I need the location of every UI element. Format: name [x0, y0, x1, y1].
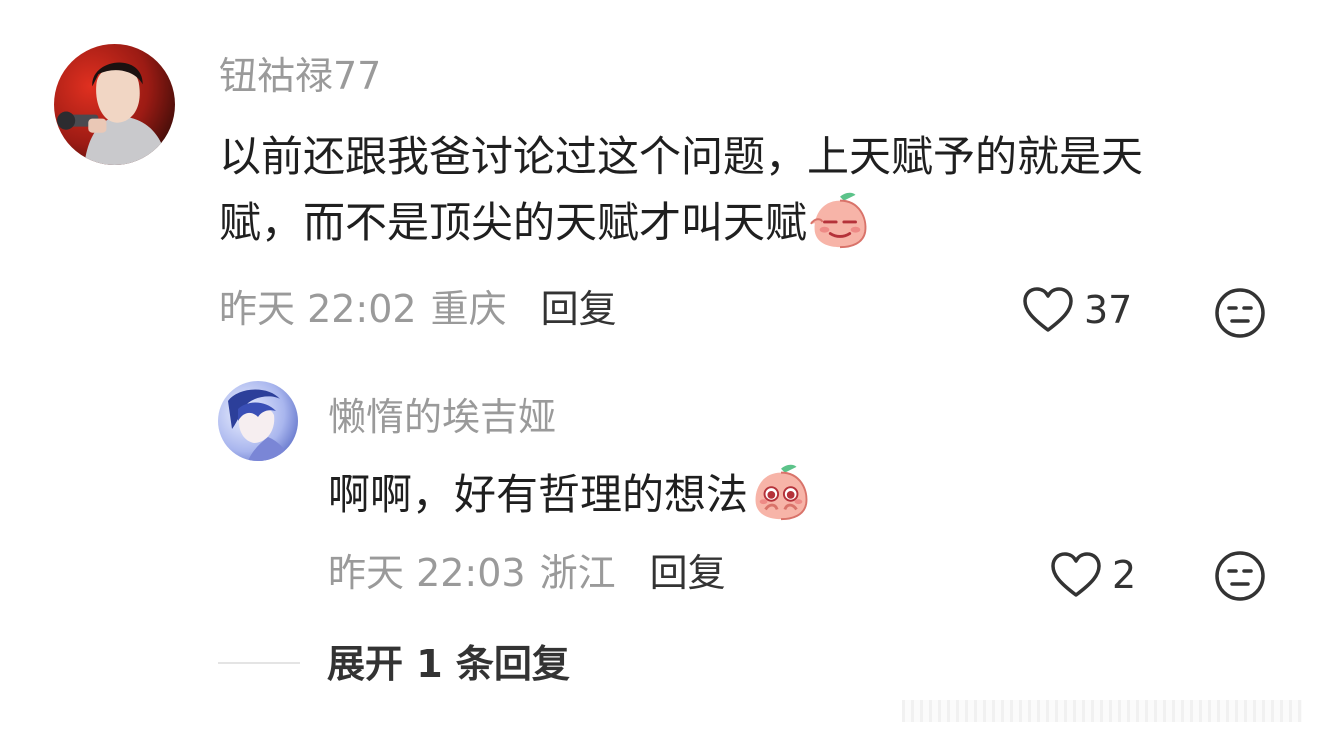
- reply-button[interactable]: 回复: [541, 287, 617, 331]
- dislike-button[interactable]: [1214, 287, 1266, 339]
- like-count: 2: [1112, 553, 1137, 597]
- heart-outline-icon: [1051, 552, 1101, 597]
- divider: [218, 662, 300, 664]
- like-button[interactable]: 37: [1022, 286, 1132, 334]
- comment-text-line: 啊啊，好有哲理的想法: [328, 470, 749, 519]
- comment-text-line: 赋，而不是顶尖的天赋才叫天赋: [219, 190, 1143, 257]
- comment-meta: 昨天 22:02 重庆 回复: [219, 290, 617, 328]
- meh-face-icon: [1215, 551, 1265, 601]
- comment-text: 啊啊，好有哲理的想法: [328, 462, 812, 529]
- smirk-peach-emoji-icon: [809, 189, 871, 251]
- comment-text-line-part: 赋，而不是顶尖的天赋才叫天赋: [219, 198, 808, 247]
- comment-location: 浙江: [539, 551, 616, 595]
- username[interactable]: 懒惰的埃吉娅: [328, 398, 556, 436]
- dislike-button[interactable]: [1214, 550, 1266, 602]
- expand-replies-button[interactable]: 展开 1 条回复: [327, 645, 570, 683]
- heart-outline-icon: [1023, 287, 1073, 332]
- comment-text-line: 以前还跟我爸讨论过这个问题，上天赋予的就是天: [219, 132, 1144, 181]
- watermark: [902, 700, 1302, 722]
- comment-meta: 昨天 22:03 浙江 回复: [328, 554, 726, 592]
- like-button[interactable]: 2: [1050, 551, 1136, 599]
- avatar[interactable]: [218, 381, 298, 461]
- comment-time: 昨天 22:02: [219, 287, 417, 331]
- like-count: 37: [1084, 288, 1133, 332]
- meh-face-icon: [1215, 288, 1265, 338]
- avatar[interactable]: [54, 44, 175, 165]
- comment-location: 重庆: [430, 287, 507, 331]
- reply-button[interactable]: 回复: [650, 551, 726, 595]
- comment-text: 以前还跟我爸讨论过这个问题，上天赋予的就是天 赋，而不是顶尖的天赋才叫天赋: [219, 124, 1143, 257]
- username[interactable]: 钮祜禄77: [219, 57, 381, 95]
- pleading-peach-emoji-icon: [750, 461, 812, 523]
- comment-time: 昨天 22:03: [328, 551, 526, 595]
